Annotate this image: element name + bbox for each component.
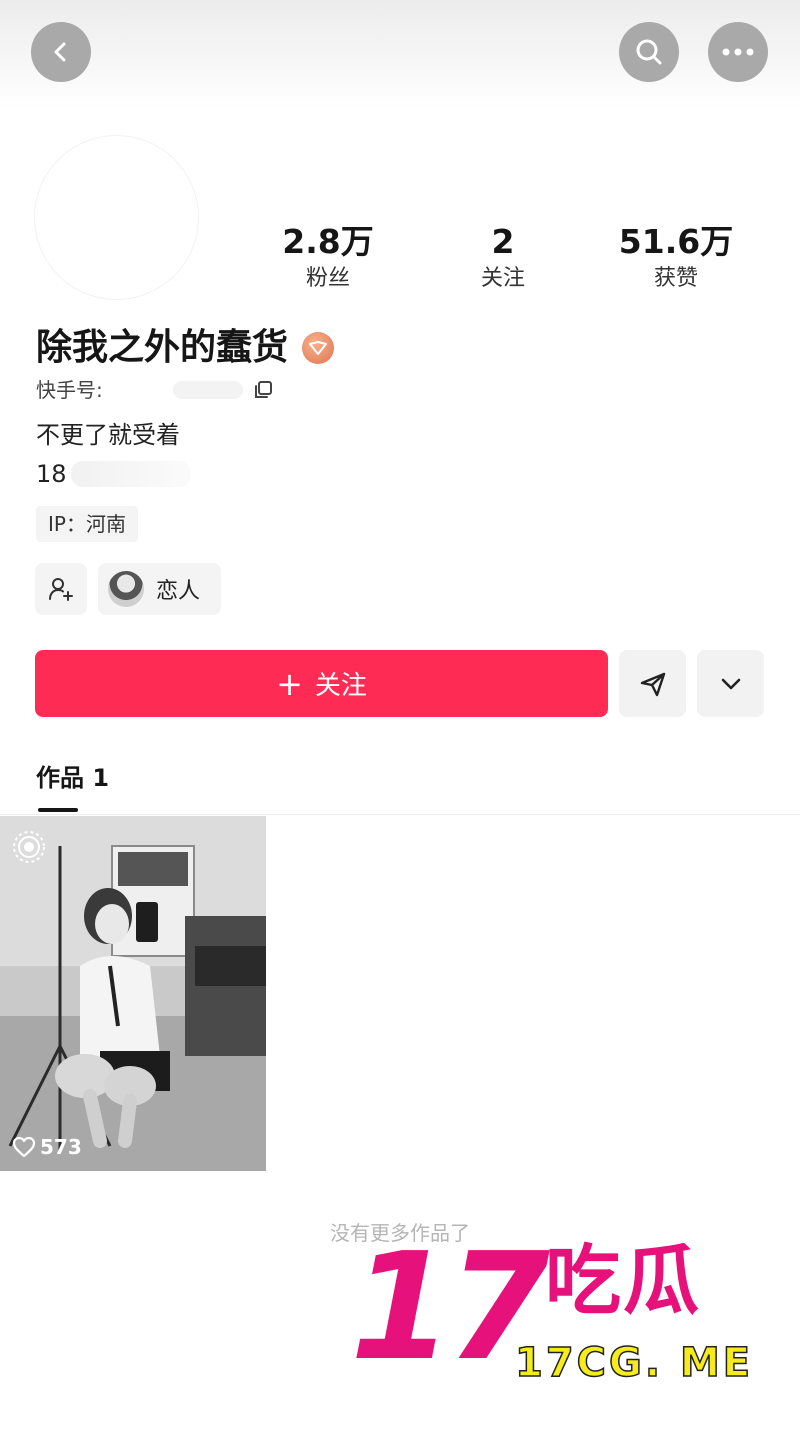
more-icon <box>722 48 754 56</box>
live-icon <box>13 831 45 863</box>
more-actions-button[interactable] <box>697 650 764 717</box>
thumbnail-image <box>0 816 266 1171</box>
kuaishou-id-row: 快手号: <box>36 375 273 405</box>
like-count: 573 <box>12 1135 82 1159</box>
relationship-chip[interactable]: 恋人 <box>98 563 221 615</box>
relationship-label: 恋人 <box>156 579 201 604</box>
bio-line-2: 18 <box>36 455 191 493</box>
search-button[interactable] <box>619 22 679 82</box>
copy-icon[interactable] <box>253 380 273 400</box>
stat-likes[interactable]: 51.6万 获赞 <box>591 222 761 296</box>
send-icon <box>640 672 665 696</box>
work-thumbnail[interactable]: 573 <box>0 816 266 1171</box>
watermark-chinese: 吃瓜 <box>545 1236 701 1325</box>
bio-redacted <box>70 461 191 487</box>
stat-label: 关注 <box>480 266 525 291</box>
search-icon <box>636 39 662 65</box>
stat-following[interactable]: 2 关注 <box>418 222 588 296</box>
tab-divider <box>0 814 800 815</box>
stat-value: 2 <box>491 222 515 261</box>
back-icon <box>54 42 66 62</box>
add-friend-icon <box>49 578 73 601</box>
stat-value: 2.8万 <box>282 222 374 261</box>
tab-works[interactable]: 作品 1 <box>36 760 109 796</box>
like-count-value: 573 <box>40 1135 82 1159</box>
stat-label: 获赞 <box>653 266 698 291</box>
add-friend-button[interactable] <box>35 563 87 615</box>
stat-fans[interactable]: 2.8万 粉丝 <box>243 222 413 296</box>
heart-icon <box>12 1136 36 1158</box>
follow-button[interactable]: + 关注 <box>35 650 608 717</box>
bio-line: 不更了就受着 <box>36 421 180 449</box>
avatar[interactable] <box>34 135 199 300</box>
chevron-down-icon <box>721 678 740 689</box>
top-bar <box>0 0 800 110</box>
stat-value: 51.6万 <box>618 222 734 261</box>
plus-icon: + <box>276 664 303 703</box>
profile-name: 除我之外的蠢货 <box>36 327 289 368</box>
watermark-url: 17CG. ME <box>514 1339 754 1387</box>
stat-label: 粉丝 <box>305 266 350 291</box>
tab-underline <box>38 808 78 812</box>
follow-label: 关注 <box>314 671 367 701</box>
kuaishou-id-label: 快手号: <box>36 378 103 402</box>
kuaishou-id-redacted <box>172 381 243 399</box>
name-row: 除我之外的蠢货 <box>36 325 335 371</box>
verified-badge-icon[interactable] <box>302 332 335 364</box>
back-button[interactable] <box>31 22 91 82</box>
ip-location-tag: IP：河南 <box>36 506 138 542</box>
more-button[interactable] <box>708 22 768 82</box>
watermark-logo: 17 吃瓜 17CG. ME <box>340 1232 780 1392</box>
partner-avatar <box>108 571 144 607</box>
bio-text: 18 <box>36 460 67 488</box>
message-button[interactable] <box>619 650 686 717</box>
